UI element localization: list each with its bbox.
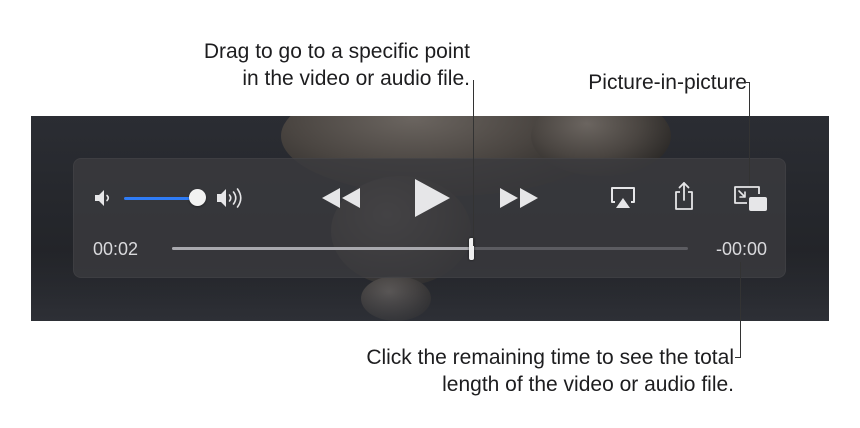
scrub-callout-leader [473, 80, 474, 246]
share-icon[interactable] [673, 181, 695, 211]
volume-slider-fill[interactable] [124, 197, 199, 200]
pip-callout-line-1: Picture-in-picture [588, 71, 747, 94]
scrub-callout-line-2: in the video or audio file. [242, 67, 470, 90]
remaining-callout-leader [740, 262, 741, 358]
speaker-high-icon[interactable] [215, 185, 251, 211]
scrub-callout-line-1: Drag to go to a specific point [203, 40, 470, 63]
play-icon[interactable] [412, 177, 452, 219]
pip-callout-leader [749, 82, 750, 186]
volume-slider-knob[interactable] [189, 189, 206, 206]
remaining-callout: Click the remaining time to see the tota… [366, 344, 734, 398]
speaker-low-icon[interactable] [93, 188, 115, 208]
picture-in-picture-icon[interactable] [733, 185, 769, 213]
airplay-icon[interactable] [609, 185, 637, 211]
remaining-callout-line-1: Click the remaining time to see the tota… [366, 346, 734, 369]
fast-forward-icon[interactable] [498, 186, 540, 210]
remaining-callout-line-2: length of the video or audio file. [442, 373, 734, 396]
playback-scrubber-played [172, 247, 471, 250]
rewind-icon[interactable] [320, 186, 362, 210]
remaining-callout-leader-tick [735, 357, 741, 358]
pip-callout: Picture-in-picture [588, 69, 747, 96]
time-remaining[interactable]: -00:00 [716, 238, 767, 260]
time-elapsed: 00:02 [93, 239, 139, 259]
scrub-callout: Drag to go to a specific point in the vi… [204, 38, 470, 92]
playback-scrubber-track[interactable] [172, 247, 688, 250]
pip-callout-leader-tick [745, 82, 750, 83]
